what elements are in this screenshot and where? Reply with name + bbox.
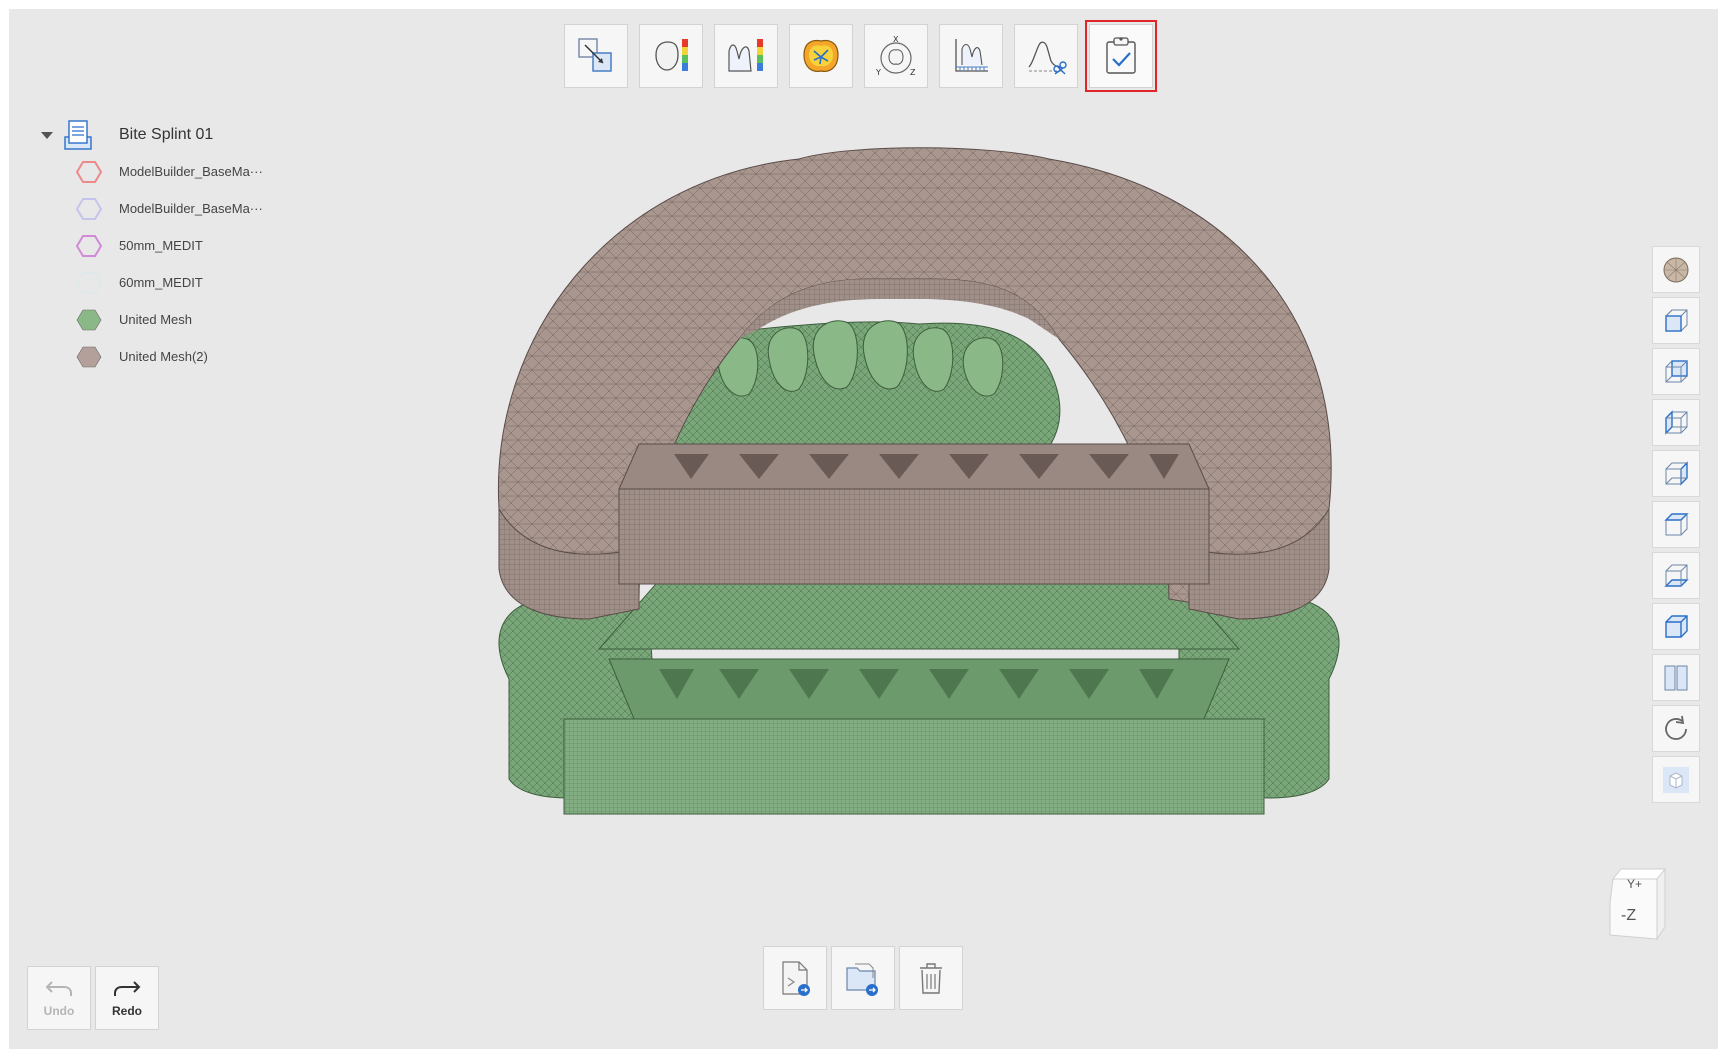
project-title: Bite Splint 01 xyxy=(119,126,214,143)
xyz-orientation-button[interactable]: X Y Z xyxy=(864,24,928,88)
tree-item[interactable]: 60mm_MEDIT xyxy=(75,264,289,301)
complete-icon xyxy=(1106,37,1136,74)
project-case-icon xyxy=(64,120,92,150)
navigation-cube[interactable]: Y+ -Z xyxy=(1607,867,1673,949)
reset-view-icon xyxy=(1665,715,1687,740)
complete-button[interactable] xyxy=(1085,20,1157,92)
mesh-hexagon-icon[interactable] xyxy=(75,158,103,186)
tree-item-label: United Mesh(2) xyxy=(119,349,208,364)
top-toolbar: X Y Z xyxy=(564,20,1157,92)
tree-item-label: United Mesh xyxy=(119,312,192,327)
history-controls: Undo Redo xyxy=(27,966,159,1030)
back-view-button[interactable] xyxy=(1652,348,1700,395)
bottom-view-button[interactable] xyxy=(1652,552,1700,599)
bottom-view-icon xyxy=(1664,564,1689,587)
undo-button[interactable]: Undo xyxy=(27,966,91,1030)
occlusion-analysis-icon xyxy=(803,39,839,72)
undo-label: Undo xyxy=(43,1004,75,1018)
left-view-button[interactable] xyxy=(1652,399,1700,446)
app-window: X Y Z Bite Splint 01 ModelBuilder_BaseMa… xyxy=(9,9,1718,1049)
mesh-hexagon-icon[interactable] xyxy=(75,269,103,297)
tree-item[interactable]: ModelBuilder_BaseMa··· xyxy=(75,153,289,190)
mesh-hexagon-icon[interactable] xyxy=(75,343,103,371)
export-file-icon xyxy=(782,961,810,996)
delete-icon xyxy=(920,963,942,994)
cube-front-label: -Z xyxy=(1621,907,1637,924)
occlusion-analysis-button[interactable] xyxy=(789,24,853,88)
transparency-button[interactable] xyxy=(1652,756,1700,803)
align-tool-icon xyxy=(578,38,612,72)
align-tool-button[interactable] xyxy=(564,24,628,88)
top-view-button[interactable] xyxy=(1652,501,1700,548)
deviation-map-button[interactable] xyxy=(639,24,703,88)
deviation-map-icon xyxy=(655,39,688,71)
tree-root[interactable]: Bite Splint 01 xyxy=(29,117,289,153)
mesh-display-button[interactable] xyxy=(1652,246,1700,293)
redo-button[interactable]: Redo xyxy=(95,966,159,1030)
left-view-icon xyxy=(1665,409,1688,435)
right-view-button[interactable] xyxy=(1652,450,1700,497)
front-view-button[interactable] xyxy=(1652,297,1700,344)
tree-item-label: 60mm_MEDIT xyxy=(119,275,203,290)
mesh-hexagon-icon[interactable] xyxy=(75,306,103,334)
mesh-hexagon-icon[interactable] xyxy=(75,195,103,223)
tree-item-label: ModelBuilder_BaseMa··· xyxy=(119,164,263,179)
svg-text:X: X xyxy=(893,35,899,44)
tree-item-label: 50mm_MEDIT xyxy=(119,238,203,253)
mesh-hexagon-icon[interactable] xyxy=(75,232,103,260)
tree-item[interactable]: United Mesh xyxy=(75,301,289,338)
open-folder-button[interactable] xyxy=(831,946,895,1010)
cross-section-deviation-button[interactable] xyxy=(714,24,778,88)
trim-tool-icon xyxy=(1028,41,1067,75)
delete-button[interactable] xyxy=(899,946,963,1010)
split-view-icon xyxy=(1664,665,1688,690)
mesh-display-icon xyxy=(1663,257,1689,282)
measure-tool-icon xyxy=(955,39,988,72)
top-view-icon xyxy=(1664,512,1689,535)
trim-tool-button[interactable] xyxy=(1014,24,1078,88)
tree-item-label: ModelBuilder_BaseMa··· xyxy=(119,201,263,216)
3d-viewport[interactable] xyxy=(469,139,1369,899)
transparency-icon xyxy=(1663,766,1689,793)
tree-item[interactable]: 50mm_MEDIT xyxy=(75,227,289,264)
split-view-button[interactable] xyxy=(1652,654,1700,701)
redo-icon xyxy=(114,981,141,996)
iso-view-button[interactable] xyxy=(1652,603,1700,650)
xyz-orientation-icon: X Y Z xyxy=(875,35,916,77)
export-file-button[interactable] xyxy=(763,946,827,1010)
svg-text:Y: Y xyxy=(875,68,881,77)
view-toolbar xyxy=(1652,246,1700,803)
right-view-icon xyxy=(1665,460,1688,486)
back-view-icon xyxy=(1665,359,1688,382)
iso-view-icon xyxy=(1665,614,1688,638)
front-view-icon xyxy=(1665,309,1688,332)
bottom-toolbar xyxy=(763,946,963,1010)
cube-top-label: Y+ xyxy=(1627,877,1643,891)
project-tree: Bite Splint 01 ModelBuilder_BaseMa··· Mod… xyxy=(29,117,289,375)
redo-label: Redo xyxy=(112,1004,142,1018)
svg-text:Z: Z xyxy=(910,68,916,77)
undo-icon xyxy=(45,981,72,996)
open-folder-icon xyxy=(846,963,878,996)
tree-item[interactable]: United Mesh(2) xyxy=(75,338,289,375)
cross-section-deviation-icon xyxy=(728,39,763,72)
measure-tool-button[interactable] xyxy=(939,24,1003,88)
tree-item[interactable]: ModelBuilder_BaseMa··· xyxy=(75,190,289,227)
reset-view-button[interactable] xyxy=(1652,705,1700,752)
collapse-arrow-icon[interactable] xyxy=(41,131,53,139)
